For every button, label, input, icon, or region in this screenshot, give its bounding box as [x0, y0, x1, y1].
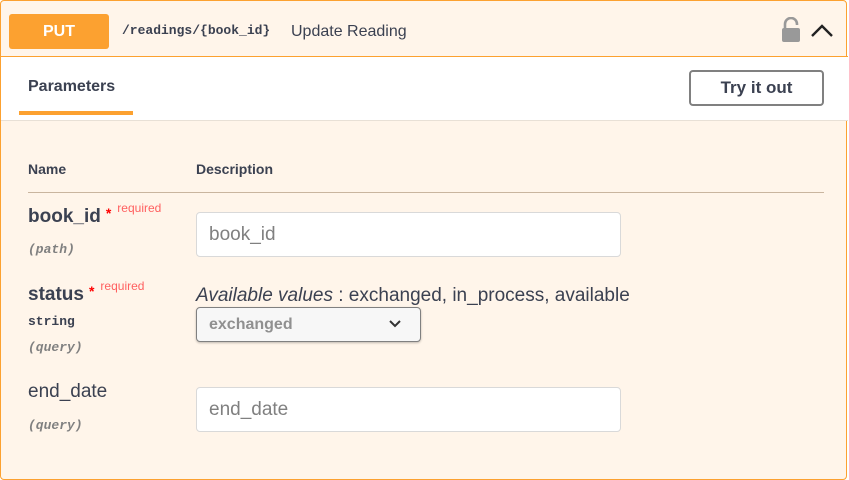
end-date-input[interactable]: [196, 387, 621, 432]
param-location-status: (query): [28, 340, 83, 355]
header-divider: [28, 192, 824, 193]
status-select[interactable]: exchanged: [196, 307, 421, 342]
book-id-input[interactable]: [196, 212, 621, 257]
chevron-up-icon[interactable]: [809, 20, 835, 42]
param-location-book-id: (path): [28, 242, 75, 257]
method-badge: PUT: [9, 14, 109, 49]
tab-header: Parameters Try it out: [1, 57, 848, 121]
chevron-down-icon: [389, 320, 401, 328]
status-select-value: exchanged: [209, 316, 293, 333]
required-label: required: [117, 201, 162, 215]
param-name-text: book_id: [28, 206, 101, 227]
column-header-description: Description: [196, 161, 274, 177]
tab-parameters[interactable]: Parameters: [28, 78, 115, 96]
param-name-end-date: end_date: [28, 381, 107, 403]
required-star: *: [88, 283, 95, 299]
param-type-status: string: [28, 314, 75, 329]
param-name-text: status: [28, 284, 84, 305]
endpoint-path: /readings/{book_id}: [122, 23, 271, 38]
column-header-name: Name: [28, 161, 67, 177]
param-location-end-date: (query): [28, 418, 83, 433]
required-star: *: [105, 205, 112, 221]
required-label: required: [100, 279, 145, 293]
param-name-status: status * required: [28, 279, 144, 306]
active-tab-indicator: [19, 111, 133, 115]
operation-block: PUT /readings/{book_id} Update Reading P…: [0, 0, 848, 480]
operation-description: Update Reading: [291, 23, 407, 40]
available-values-label: Available values: [196, 285, 333, 306]
unlocked-padlock-icon[interactable]: [780, 17, 802, 43]
param-name-text: end_date: [28, 381, 108, 402]
param-name-book-id: book_id * required: [28, 201, 161, 228]
operation-summary[interactable]: PUT /readings/{book_id} Update Reading: [1, 1, 848, 57]
available-values-list: : exchanged, in_process, available: [338, 285, 630, 306]
available-values: Available values : exchanged, in_process…: [196, 285, 630, 307]
try-it-out-button[interactable]: Try it out: [689, 70, 824, 106]
